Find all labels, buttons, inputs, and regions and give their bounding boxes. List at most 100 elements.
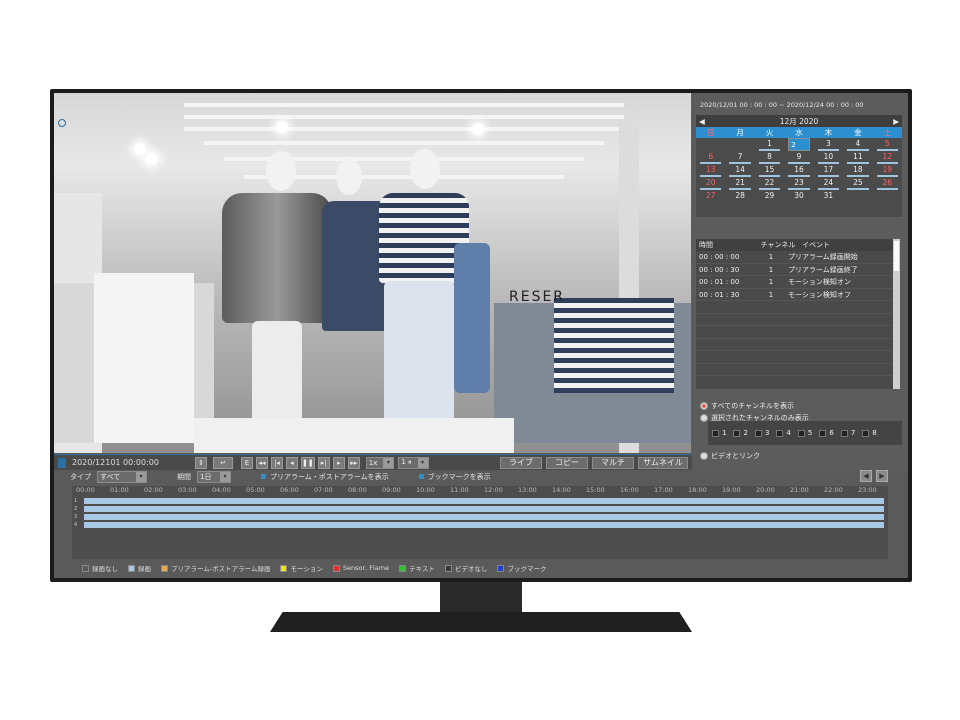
step-select[interactable]: 1 ⏸ ▾ (398, 456, 429, 469)
timeline-channel-bar[interactable] (84, 506, 884, 512)
calendar: ◀ 12月 2020 ▶ 日月火水木金土 1 2 3 4 5 6 7 8 9 10 11 12 13 14… (696, 115, 902, 217)
hour-label: 00:00 (76, 486, 95, 494)
white-dresses (94, 273, 194, 443)
fast-forward-icon[interactable]: ▸▸ (347, 456, 360, 469)
calendar-day[interactable]: 1 (758, 138, 781, 151)
calendar-day[interactable]: 23 (788, 177, 810, 190)
calendar-day[interactable]: 31 (814, 190, 843, 203)
timeline-channel-bar[interactable] (84, 514, 884, 520)
period-select[interactable]: 1日 ▾ (197, 471, 231, 483)
calendar-day[interactable]: 18 (847, 164, 869, 177)
datetime-spinner-icon[interactable]: ⇕ (195, 456, 207, 469)
event-name: モーション検知オン (788, 278, 851, 286)
bookmark-flag-icon[interactable] (58, 457, 66, 468)
legend-label: モーション (290, 565, 323, 573)
calendar-day[interactable]: 10 (817, 151, 840, 164)
channel-checkbox[interactable]: 7 (840, 429, 856, 437)
mannequin-cardigan (222, 193, 332, 323)
play-icon[interactable]: ▸ (332, 456, 345, 469)
channel-checkbox[interactable]: 4 (776, 429, 791, 437)
calendar-day[interactable]: 4 (847, 138, 869, 151)
event-scrollbar[interactable] (893, 239, 900, 389)
multi-button[interactable]: マルチ (592, 456, 634, 469)
channel-checkbox[interactable]: 3 (754, 429, 769, 437)
step-forward-icon[interactable]: ▸| (317, 456, 330, 469)
event-name: プリアラーム録画終了 (788, 265, 858, 274)
calendar-day[interactable]: 27 (696, 190, 725, 203)
calendar-day[interactable]: 20 (700, 177, 722, 190)
calendar-day[interactable]: 24 (817, 177, 840, 190)
weekday-label: 火 (765, 128, 774, 137)
channel-checkbox[interactable]: 5 (797, 429, 812, 437)
calendar-day[interactable]: 11 (847, 151, 869, 164)
step-back-icon[interactable]: |◂ (271, 456, 283, 469)
timeline-prev-icon[interactable]: ◀ (860, 470, 872, 482)
checkbox-icon (776, 429, 784, 437)
calendar-day[interactable]: 25 (847, 177, 869, 190)
radio-dot (700, 414, 708, 422)
timeline-channel-bar[interactable] (84, 522, 884, 528)
event-row[interactable]: 00 : 00 : 00 1 プリアラーム録画開始 (696, 251, 900, 264)
calendar-day[interactable]: 5 (876, 138, 898, 151)
live-button[interactable]: ライブ (500, 456, 542, 469)
mannequin-white-jeans (384, 281, 454, 431)
reverse-play-icon[interactable]: ◂ (286, 456, 298, 469)
hour-label: 18:00 (688, 486, 707, 494)
calendar-day[interactable]: 28 (725, 190, 754, 203)
calendar-day[interactable]: 29 (755, 190, 784, 203)
channel-checkbox[interactable]: 6 (819, 429, 834, 437)
type-select[interactable]: すべて ▾ (97, 471, 147, 483)
calendar-day[interactable]: 16 (788, 164, 810, 177)
prealarm-checkbox[interactable]: プリアラーム・ポストアラームを表示 (261, 472, 389, 482)
search-panel: 2020/12/01 00 : 00 : 00 ~ 2020/12/24 00 … (694, 93, 908, 470)
channel-checkbox[interactable]: 8 (862, 429, 877, 437)
calendar-day[interactable]: 21 (729, 177, 751, 190)
calendar-day[interactable]: 15 (758, 164, 781, 177)
pause-icon[interactable]: ❚❚ (301, 456, 315, 469)
radio-all-channels[interactable]: すべてのチャンネルを表示 (700, 401, 794, 411)
event-name: プリアラーム録画開始 (788, 253, 858, 261)
calendar-day[interactable]: 14 (729, 164, 751, 177)
fast-rewind-icon[interactable]: ◂◂ (256, 456, 268, 469)
calendar-day[interactable]: 8 (758, 151, 781, 164)
event-name: モーション検知オフ (788, 290, 851, 299)
speed-select[interactable]: 1x ▾ (365, 456, 395, 469)
calendar-day[interactable]: 7 (729, 151, 751, 164)
legend-item: ブックマーク (497, 563, 546, 573)
event-time: 00 : 00 : 30 (699, 265, 740, 274)
timeline-next-icon[interactable]: ▶ (876, 470, 888, 482)
channel-checkbox[interactable]: 1 (712, 429, 726, 437)
calendar-day[interactable]: 30 (784, 190, 813, 203)
next-month-icon[interactable]: ▶ (893, 117, 899, 126)
event-row[interactable]: 00 : 01 : 00 1 モーション検知オン (696, 276, 900, 289)
event-row[interactable]: 00 : 00 : 30 1 プリアラーム録画終了 (696, 264, 900, 276)
bookmark-checkbox[interactable]: ブックマークを表示 (418, 472, 491, 482)
ceiling-stripe (184, 115, 624, 119)
calendar-day[interactable]: 26 (876, 177, 898, 190)
calendar-day[interactable]: 19 (876, 164, 898, 177)
timeline-channel-bar[interactable] (84, 498, 884, 504)
event-row[interactable]: 00 : 01 : 30 1 モーション検知オフ (696, 289, 900, 301)
calendar-day[interactable]: 17 (817, 164, 840, 177)
calendar-day[interactable]: 3 (817, 138, 840, 151)
calendar-day[interactable]: 13 (700, 164, 722, 177)
calendar-day[interactable]: 2 (788, 138, 810, 151)
channel-label: 7 (850, 429, 856, 437)
export-e-button[interactable]: E (241, 456, 253, 469)
recording-timeline[interactable]: 00:00 01:00 02:00 03:00 04:00 05:00 06:00 07:00… (72, 486, 888, 559)
calendar-day[interactable]: 9 (788, 151, 810, 164)
legend-swatch (497, 564, 505, 572)
enter-icon[interactable]: ↵ (213, 456, 233, 469)
camera-video-feed[interactable]: RESER (54, 93, 692, 453)
playback-toolbar: 2020/12101 00:00:00 ⇕ ↵ E ◂◂ |◂ ◂ ❚❚ ▸| … (54, 454, 692, 470)
scroll-thumb[interactable] (894, 241, 899, 271)
calendar-day[interactable]: 6 (700, 151, 722, 164)
calendar-day[interactable]: 12 (876, 151, 898, 164)
calendar-day[interactable]: 22 (758, 177, 781, 190)
thumbnail-button[interactable]: サムネイル (638, 456, 688, 469)
channel-checkbox[interactable]: 2 (733, 429, 748, 437)
legend-item: ビデオなし (444, 563, 487, 573)
radio-video-link[interactable]: ビデオとリンク (700, 451, 760, 461)
prev-month-icon[interactable]: ◀ (699, 117, 705, 126)
copy-button[interactable]: コピー (546, 456, 588, 469)
